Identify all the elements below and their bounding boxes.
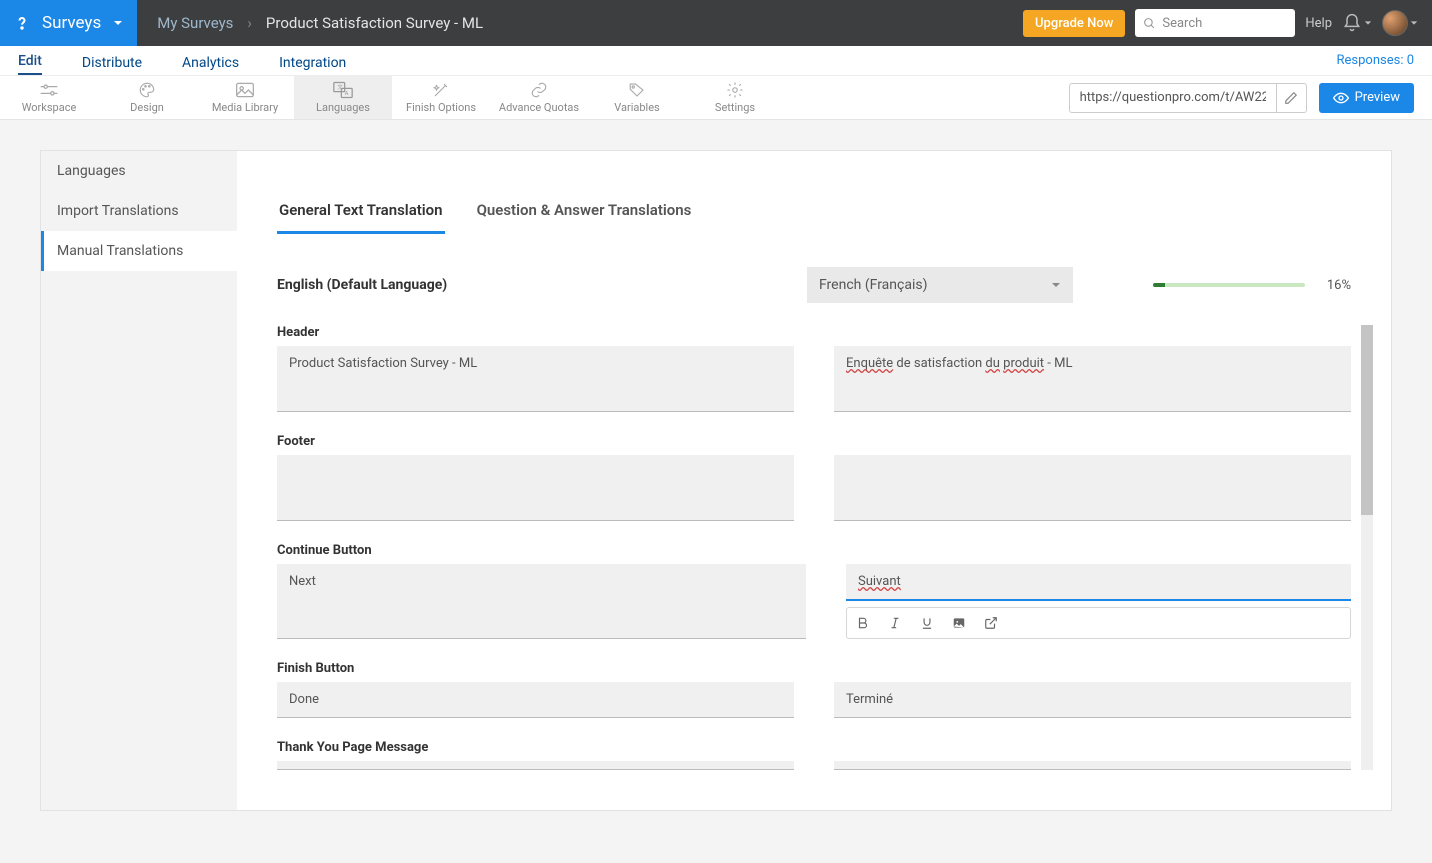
field-label-header: Header [277,325,1351,340]
responses-count[interactable]: Responses: 0 [1337,53,1415,68]
nav-distribute[interactable]: Distribute [82,55,142,75]
breadcrumb: My Surveys › Product Satisfaction Survey… [137,14,1023,32]
eye-icon [1333,90,1349,106]
footer-target[interactable] [834,455,1351,521]
preview-button[interactable]: Preview [1319,83,1414,113]
brand-dropdown[interactable]: Surveys [0,0,137,46]
breadcrumb-current: Product Satisfaction Survey - ML [266,14,483,32]
target-language-select[interactable]: French (Français) [807,267,1073,303]
tool-finish-options[interactable]: Finish Options [392,76,490,119]
sidebar-item-import-translations[interactable]: Import Translations [41,191,237,231]
help-link[interactable]: Help [1305,16,1332,31]
secondary-nav: Edit Distribute Analytics Integration Re… [0,46,1432,76]
finish-target[interactable]: Terminé [834,682,1351,718]
search-icon [1143,17,1156,30]
header-source[interactable]: Product Satisfaction Survey - ML [277,346,794,412]
field-label-thankyou: Thank You Page Message [277,740,1351,755]
underline-icon [920,616,934,630]
external-link-icon [984,616,998,630]
gear-icon [725,81,745,99]
thankyou-target[interactable] [834,761,1351,770]
tool-languages[interactable]: 文A Languages [294,76,392,119]
thankyou-source[interactable] [277,761,794,770]
image-icon [235,81,255,99]
notifications-button[interactable] [1342,13,1372,33]
svg-text:A: A [345,91,349,97]
caret-down-icon [1051,280,1061,290]
main-card: Languages Import Translations Manual Tra… [40,150,1392,811]
tool-advance-quotas[interactable]: Advance Quotas [490,76,588,119]
nav-integration[interactable]: Integration [279,55,346,75]
scrollbar-thumb[interactable] [1361,325,1373,515]
header-target[interactable]: Enquête de satisfaction du produit - ML [834,346,1351,412]
sliders-icon [39,81,59,99]
field-label-footer: Footer [277,434,1351,449]
tool-variables[interactable]: Variables [588,76,686,119]
link-icon [529,81,549,99]
caret-down-icon [1410,19,1418,27]
survey-url-input[interactable] [1070,90,1276,105]
tab-general-text[interactable]: General Text Translation [277,191,445,234]
image-button[interactable] [943,608,975,638]
pencil-icon [1284,91,1298,105]
top-actions: Upgrade Now Search Help [1023,9,1432,37]
default-language-label: English (Default Language) [277,277,747,293]
bold-icon [856,616,870,630]
brand-label: Surveys [42,13,101,33]
tool-media-library[interactable]: Media Library [196,76,294,119]
chevron-right-icon: › [247,14,252,32]
finish-source[interactable]: Done [277,682,794,718]
field-label-finish: Finish Button [277,661,1351,676]
nav-analytics[interactable]: Analytics [182,55,239,75]
italic-icon [888,616,902,630]
tool-row: Workspace Design Media Library 文A Langua… [0,76,1432,120]
edit-url-button[interactable] [1276,84,1306,112]
tool-settings[interactable]: Settings [686,76,784,119]
avatar [1382,10,1408,36]
translation-progress-text: 16% [1319,278,1351,293]
tool-workspace[interactable]: Workspace [0,76,98,119]
tab-qa-translations[interactable]: Question & Answer Translations [475,191,694,234]
svg-text:文: 文 [337,83,343,91]
tool-design[interactable]: Design [98,76,196,119]
field-label-continue: Continue Button [277,543,1351,558]
continue-target[interactable]: Suivant [846,564,1351,601]
nav-edit[interactable]: Edit [18,53,42,75]
logo-icon [10,11,34,35]
footer-source[interactable] [277,455,794,521]
target-language-value: French (Français) [819,277,927,293]
sidebar: Languages Import Translations Manual Tra… [41,151,237,810]
caret-down-icon [1364,19,1372,27]
survey-url-box [1069,83,1307,113]
bold-button[interactable] [847,608,879,638]
italic-button[interactable] [879,608,911,638]
translation-progress-bar [1153,283,1305,287]
search-input[interactable]: Search [1135,9,1295,37]
palette-icon [137,81,157,99]
search-placeholder: Search [1162,16,1202,31]
bell-icon [1342,13,1362,33]
sidebar-item-manual-translations[interactable]: Manual Translations [41,231,237,271]
continue-source[interactable]: Next [277,564,806,639]
upgrade-button[interactable]: Upgrade Now [1023,10,1125,37]
tag-icon [627,81,647,99]
topbar: Surveys My Surveys › Product Satisfactio… [0,0,1432,46]
caret-down-icon [113,18,123,28]
user-menu[interactable] [1382,10,1418,36]
format-toolbar [846,607,1351,639]
wand-icon [431,81,451,99]
sidebar-item-languages[interactable]: Languages [41,151,237,191]
underline-button[interactable] [911,608,943,638]
open-external-button[interactable] [975,608,1007,638]
image-icon [952,616,966,630]
breadcrumb-parent[interactable]: My Surveys [157,14,233,32]
translation-tabs: General Text Translation Question & Answ… [277,191,1351,235]
translate-icon: 文A [333,81,353,99]
